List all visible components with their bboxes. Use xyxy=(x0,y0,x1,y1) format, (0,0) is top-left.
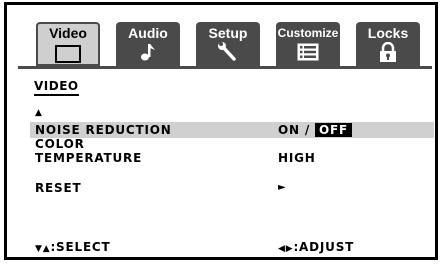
up-down-arrows-icon: ▼▲ xyxy=(35,244,51,254)
screen-icon xyxy=(38,44,98,64)
padlock-icon xyxy=(356,42,420,62)
wrench-icon xyxy=(196,42,260,62)
reset-label[interactable]: RESET xyxy=(35,181,81,195)
adjust-hint: ◀▶:ADJUST xyxy=(278,240,354,256)
tab-bar-divider xyxy=(18,66,432,69)
option-off-selected[interactable]: OFF xyxy=(315,123,353,137)
color-temperature-value[interactable]: HIGH xyxy=(278,151,316,165)
tab-video[interactable]: Video xyxy=(36,22,100,66)
tab-audio-label: Audio xyxy=(128,25,168,41)
music-note-icon xyxy=(116,42,180,62)
tab-customize-label: Customize xyxy=(277,26,339,40)
option-on[interactable]: ON xyxy=(278,123,300,137)
list-icon xyxy=(276,42,340,62)
tab-audio[interactable]: Audio xyxy=(116,22,180,66)
tab-setup[interactable]: Setup xyxy=(196,22,260,66)
adjust-hint-label: :ADJUST xyxy=(293,240,355,254)
tab-setup-label: Setup xyxy=(208,25,248,41)
color-temperature-label-line1[interactable]: COLOR xyxy=(35,137,85,151)
select-hint-label: :SELECT xyxy=(50,240,111,254)
option-separator: / xyxy=(304,123,311,137)
tab-locks-label: Locks xyxy=(367,25,409,41)
menu-title: VIDEO xyxy=(34,79,79,96)
select-hint: ▼▲:SELECT xyxy=(35,240,111,256)
tab-bar: Video Audio Setup Customize Locks xyxy=(36,22,420,66)
noise-reduction-label[interactable]: NOISE REDUCTION xyxy=(35,123,172,137)
reset-arrow-icon[interactable]: ► xyxy=(278,181,287,195)
color-temperature-label-line2[interactable]: TEMPERATURE xyxy=(35,151,142,165)
tab-customize[interactable]: Customize xyxy=(276,22,340,66)
tab-locks[interactable]: Locks xyxy=(356,22,420,66)
noise-reduction-value[interactable]: ON / OFF xyxy=(278,123,353,137)
left-right-arrows-icon: ◀▶ xyxy=(278,244,294,254)
scroll-up-icon[interactable]: ▲ xyxy=(35,106,43,120)
tab-video-label: Video xyxy=(49,25,87,41)
